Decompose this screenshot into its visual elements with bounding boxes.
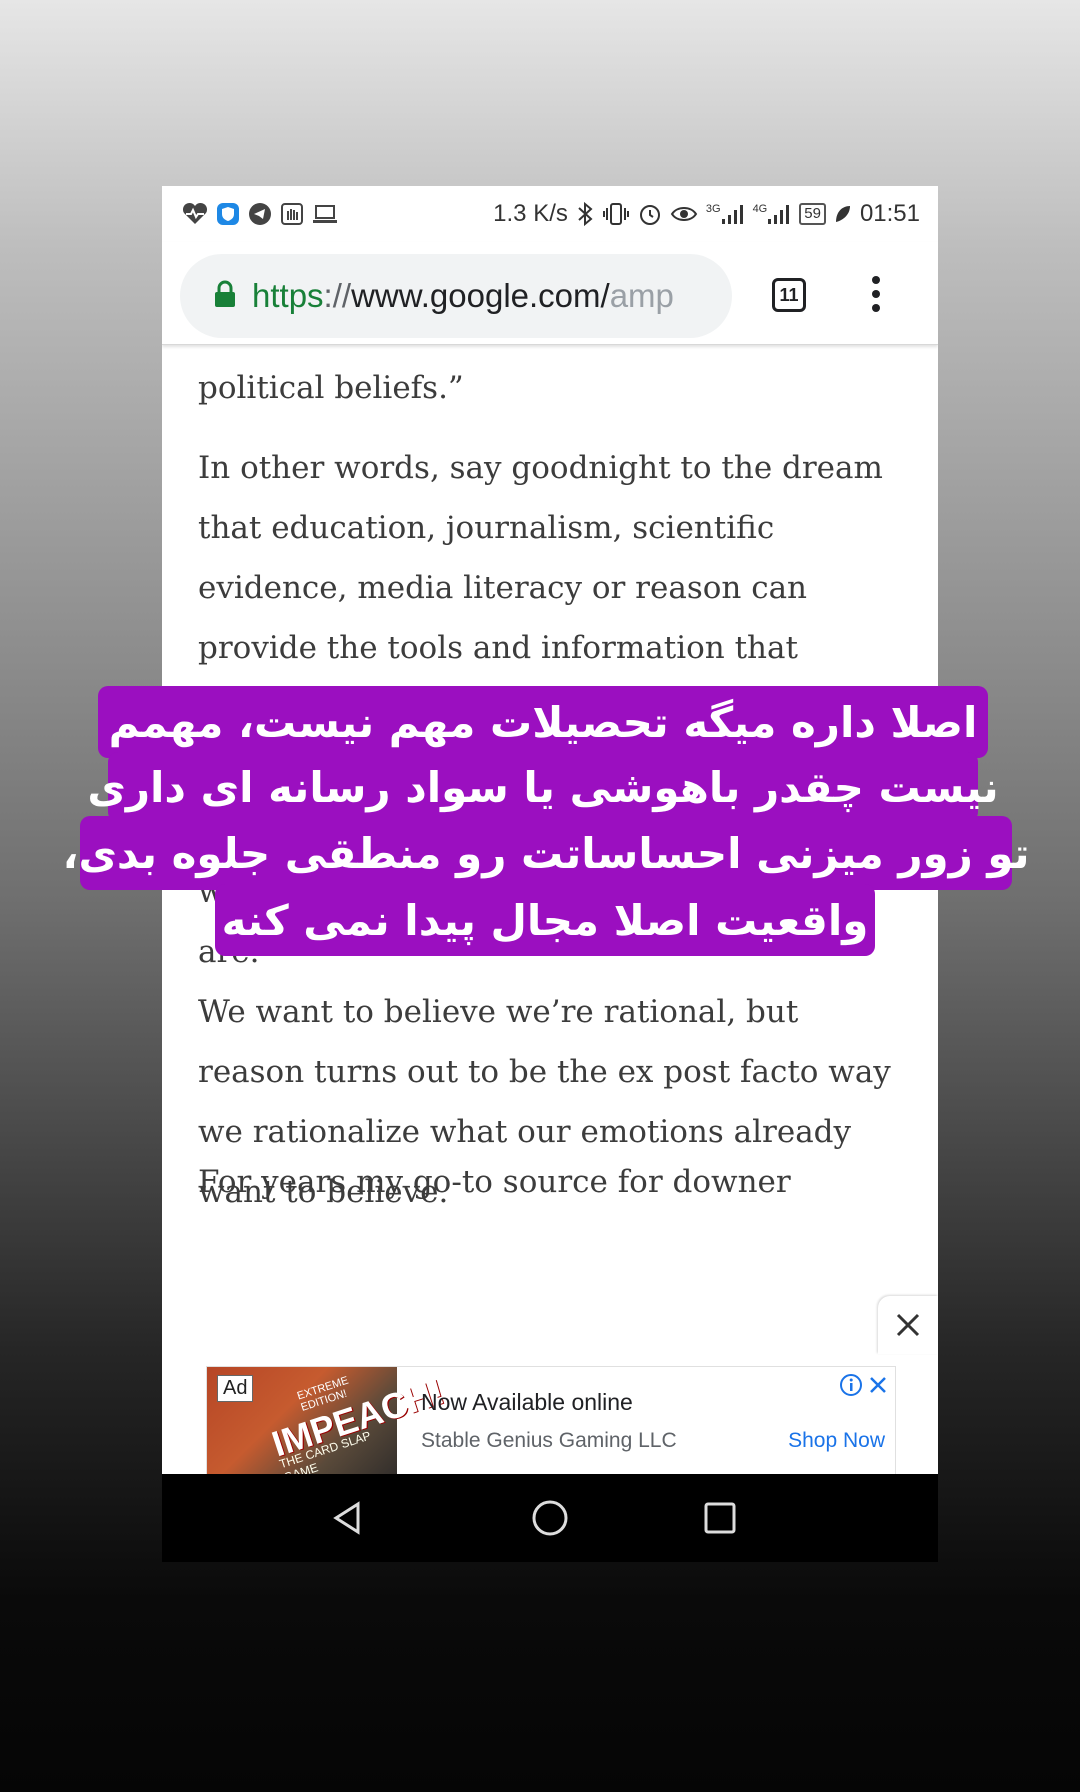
- navigation-bar: [162, 1474, 938, 1562]
- home-button[interactable]: [528, 1496, 572, 1540]
- info-icon: [840, 1374, 862, 1396]
- laptop-icon: [312, 203, 338, 225]
- battery-icon: 59: [799, 203, 826, 225]
- close-icon: [896, 1313, 920, 1337]
- article-body: political beliefs.” In other words, say …: [162, 344, 938, 1384]
- address-bar[interactable]: https://www.google.com/amp: [180, 254, 732, 338]
- ad-choices[interactable]: [839, 1373, 889, 1397]
- alarm-icon: [638, 202, 662, 226]
- paragraph: political beliefs.”: [198, 370, 464, 406]
- recents-button[interactable]: [698, 1496, 742, 1540]
- clock: 01:51: [859, 200, 920, 227]
- back-icon: [333, 1501, 360, 1535]
- url-text[interactable]: https://www.google.com/amp: [252, 277, 674, 315]
- signal-4g-icon: 4G: [753, 203, 792, 225]
- ad-banner[interactable]: EXTREME EDITION! IMPEACH! THE CARD SLAP …: [206, 1366, 896, 1482]
- hand-icon: [280, 202, 304, 226]
- ad-title[interactable]: Now Available online: [421, 1389, 633, 1416]
- bluetooth-icon: [576, 201, 594, 227]
- close-icon: [870, 1377, 886, 1393]
- paragraph: In other words, say goodnight to the dre…: [198, 450, 883, 666]
- ad-badge: Ad: [217, 1375, 254, 1402]
- vibrate-icon: [602, 202, 630, 226]
- browser-toolbar: https://www.google.com/amp 11: [162, 242, 938, 345]
- overflow-menu-icon[interactable]: [866, 276, 886, 320]
- tab-switcher-button[interactable]: 11: [772, 278, 806, 312]
- status-bar: 1.3 K/s 3G 4G 59 01:51: [162, 186, 938, 242]
- ad-advertiser: Stable Genius Gaming LLC: [421, 1429, 677, 1452]
- network-speed: 1.3 K/s: [493, 200, 568, 227]
- shield-icon: [216, 202, 240, 226]
- back-button[interactable]: [326, 1496, 370, 1540]
- leaf-icon: [834, 204, 852, 224]
- recents-icon: [704, 1502, 736, 1534]
- signal-3g-icon: 3G: [706, 203, 745, 225]
- battery-level: 59: [799, 203, 826, 225]
- lock-icon: [214, 280, 236, 313]
- paragraph-partial: p: [198, 794, 218, 830]
- ad-close-button[interactable]: [878, 1296, 938, 1354]
- phone-screen: 1.3 K/s 3G 4G 59 01:51 https://www.googl…: [162, 186, 938, 1562]
- telegram-icon: [248, 202, 272, 226]
- shop-now-button[interactable]: Shop Now: [788, 1429, 885, 1453]
- home-icon: [532, 1500, 568, 1536]
- eye-icon: [670, 203, 698, 225]
- paragraph: For years my go-to source for downer: [198, 1164, 791, 1200]
- heartbeat-icon: [182, 202, 208, 226]
